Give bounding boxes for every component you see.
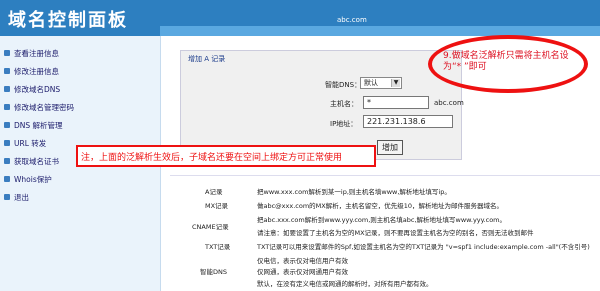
sidebar-item-dns-management[interactable]: DNS 解析管理 [4,118,63,132]
sidebar-item-view-registration[interactable]: 查看注册信息 [4,46,59,60]
sidebar-item-label: 获取域名证书 [14,156,59,166]
desc-text: 仅电信，表示仅对电信用户有效 [257,257,348,265]
sidebar-item-edit-registration[interactable]: 修改注册信息 [4,64,59,78]
bullet-icon [4,104,10,110]
bullet-icon [4,194,10,200]
ip-input-value: 221.231.138.6 [367,117,426,126]
host-input-value: * [367,98,371,107]
desc-key: A记录 [205,188,223,196]
chevron-down-icon: ▼ [391,79,400,87]
host-label: 主机名： [330,100,358,108]
add-button[interactable]: 增加 [377,140,403,155]
desc-key: MX记录 [205,202,229,210]
smart-dns-label: 智能DNS： [325,81,362,89]
bullet-icon [4,140,10,146]
sidebar-item-url-forward[interactable]: URL 转发 [4,136,46,150]
host-input[interactable]: * [363,96,429,109]
current-domain: abc.com [337,16,367,24]
sidebar-item-label: Whois保护 [14,174,52,184]
bullet-icon [4,122,10,128]
smart-dns-value: 默认 [364,79,378,87]
desc-key: TXT记录 [205,243,231,251]
sidebar-item-label: 修改注册信息 [14,66,59,76]
smart-dns-select[interactable]: 默认 ▼ [360,77,402,89]
sidebar-item-edit-password[interactable]: 修改域名管理密码 [4,100,74,114]
desc-text: 仅网通，表示仅对网通用户有效 [257,268,348,276]
desc-text: 默认，在没有定义电信或网通的解析时，对所有用户都有效。 [257,280,433,288]
divider [170,175,600,176]
bullet-icon [4,50,10,56]
sidebar-item-label: 退出 [14,192,29,202]
desc-text: 把abc.xxx.com解析到www.yyy.com,则主机名填abc,解析地址… [257,216,507,224]
sidebar-item-logout[interactable]: 退出 [4,190,29,204]
header-band [160,26,600,36]
host-suffix: abc.com [434,99,464,107]
header-bar: 域名控制面板 abc.com [0,0,600,36]
oval-annotation-text: 9.做域名泛解析只需将主机名设为“* ”即可 [443,51,569,72]
sidebar-item-certificate[interactable]: 获取域名证书 [4,154,59,168]
panel-title: 域名控制面板 [8,10,128,31]
desc-key: CNAME记录 [192,223,229,231]
ip-label: IP地址： [330,120,358,128]
sidebar-item-whois[interactable]: Whois保护 [4,172,52,186]
sidebar-item-label: 修改域名管理密码 [14,102,74,112]
desc-text: 请注意：如要设置了主机名为空的MX记录，则不要再设置主机名为空的别名，否则无法收… [257,229,534,237]
notice-annotation: 注，上面的泛解析生效后，子域名还要在空间上绑定方可正常使用 [76,145,376,167]
desc-text: 把www.xxx.com解析到某一ip,则主机名填www,解析地址填写ip。 [257,188,451,196]
bullet-icon [4,176,10,182]
sidebar-item-label: 修改域名DNS [14,84,61,94]
sidebar-item-edit-dns[interactable]: 修改域名DNS [4,82,60,96]
desc-text: TXT记录可以用来设置邮件的Spf,如设置主机名为空的TXT记录为 "v=spf… [257,243,590,251]
sidebar-item-label: 查看注册信息 [14,48,59,58]
form-title: 增加 A 记录 [188,55,226,63]
bullet-icon [4,86,10,92]
bullet-icon [4,158,10,164]
desc-key: 智能DNS [200,268,227,276]
bullet-icon [4,68,10,74]
ip-input[interactable]: 221.231.138.6 [363,115,453,128]
desc-text: 做abc@xxx.com的MX解析，主机名留空，优先级10，解析地址为邮件服务器… [257,202,504,210]
sidebar-item-label: URL 转发 [14,138,47,148]
sidebar-item-label: DNS 解析管理 [14,120,63,130]
